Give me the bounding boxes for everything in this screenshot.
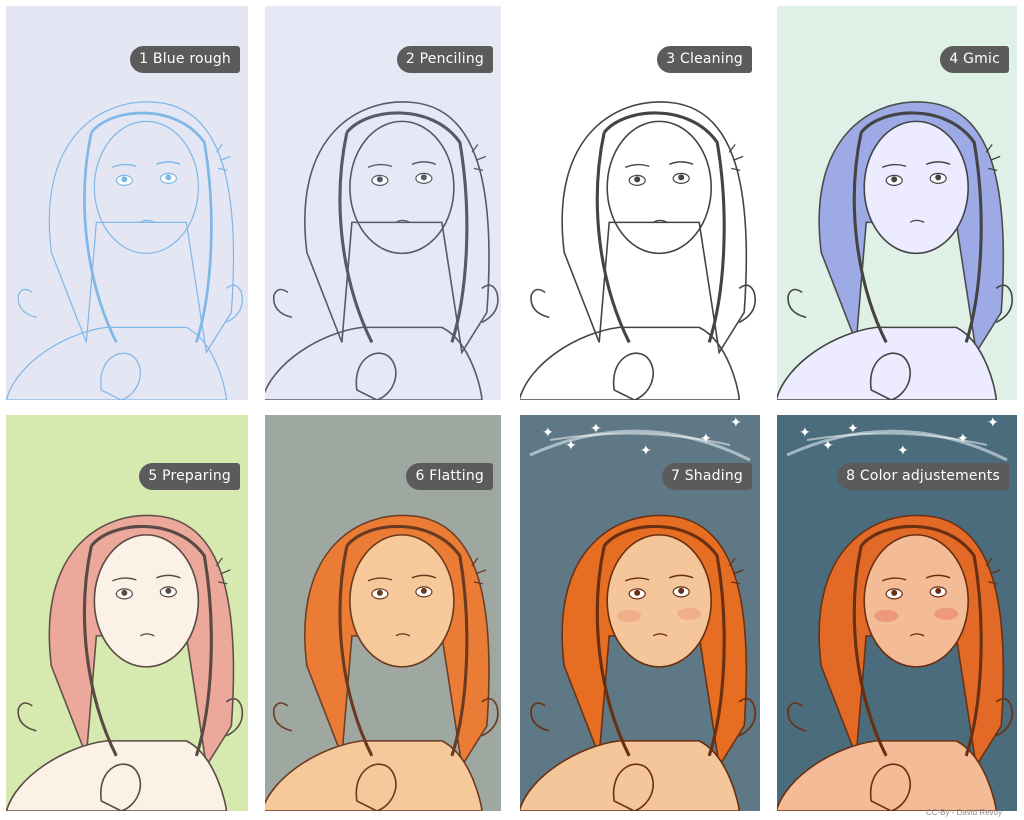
step-label: 8 Color adjustements <box>837 463 1009 490</box>
step-label: 1 Blue rough <box>130 46 240 73</box>
sparkle-icon: ✦ <box>957 431 969 447</box>
sparkle-icon: ✦ <box>542 425 554 441</box>
left-pupil <box>376 176 383 183</box>
step-label: 5 Preparing <box>139 463 240 490</box>
sparkle-icon: ✦ <box>799 425 811 441</box>
face-shape <box>863 120 969 255</box>
face-shape <box>93 534 200 668</box>
right-pupil <box>165 174 172 181</box>
step-label: 2 Penciling <box>396 46 493 73</box>
sparkle-icon: ✦ <box>987 415 999 431</box>
left-pupil <box>634 589 641 596</box>
step-label: 7 Shading <box>661 463 752 490</box>
sparkle-icon: ✦ <box>700 431 712 447</box>
sparkle-icon: ✦ <box>897 443 909 459</box>
left-pupil <box>121 589 128 596</box>
right-pupil <box>420 174 427 181</box>
step-panel-gmic: 4 Gmic <box>777 6 1017 400</box>
right-blush <box>677 607 702 620</box>
step-panel-preparing: 5 Preparing <box>6 415 248 811</box>
right-pupil <box>165 587 172 594</box>
left-pupil <box>634 176 641 183</box>
right-pupil <box>678 587 685 594</box>
left-pupil <box>376 589 383 596</box>
right-pupil <box>678 174 685 181</box>
step-panel-shading: ✦ ✦ ✦ ✦ ✦ ✦ 7 Shading <box>520 415 760 811</box>
left-pupil <box>121 176 128 183</box>
credit-text: CC-By - David Revoy <box>925 808 1002 817</box>
right-pupil <box>935 174 942 181</box>
step-label: 3 Cleaning <box>657 46 752 73</box>
left-blush <box>617 609 642 622</box>
right-pupil <box>935 587 942 594</box>
sparkle-icon: ✦ <box>822 438 834 454</box>
face-shape <box>863 534 969 668</box>
step-panel-color-adjustments: ✦ ✦ ✦ ✦ ✦ ✦ 8 Color adjustements <box>777 415 1017 811</box>
left-pupil <box>891 589 898 596</box>
step-panel-penciling: 2 Penciling <box>265 6 501 400</box>
sparkle-icon: ✦ <box>730 415 742 431</box>
sparkle-icon: ✦ <box>590 421 602 437</box>
step-label: 6 Flatting <box>406 463 493 490</box>
right-blush <box>934 607 959 620</box>
step-label: 4 Gmic <box>940 46 1009 73</box>
sparkle-icon: ✦ <box>565 438 577 454</box>
sparkle-icon: ✦ <box>640 443 652 459</box>
left-pupil <box>891 176 898 183</box>
step-panel-flatting: 6 Flatting <box>265 415 501 811</box>
left-blush <box>874 609 899 622</box>
face-shape <box>349 534 455 668</box>
step-panel-cleaning: 3 Cleaning <box>520 6 760 400</box>
sparkle-icon: ✦ <box>847 421 859 437</box>
step-panel-blue-rough: 1 Blue rough <box>6 6 248 400</box>
face-shape <box>606 534 712 668</box>
right-pupil <box>420 587 427 594</box>
